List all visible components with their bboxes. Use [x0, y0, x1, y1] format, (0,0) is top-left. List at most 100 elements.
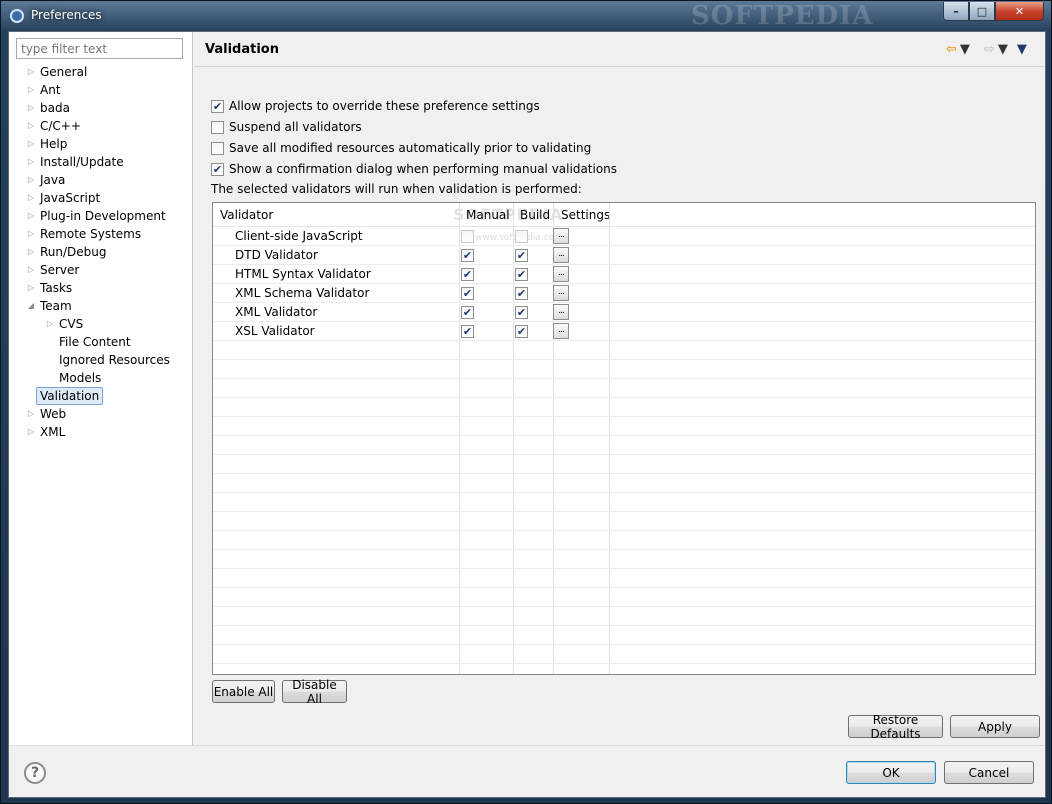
- option-row[interactable]: ✔ Allow projects to override these prefer…: [211, 98, 540, 114]
- collapsed-twistie-icon[interactable]: ▷: [44, 315, 56, 333]
- disable-all-button[interactable]: Disable All: [282, 678, 347, 706]
- tree-item-models[interactable]: Models: [9, 369, 193, 387]
- filter-input[interactable]: [16, 38, 183, 59]
- settings-button[interactable]: ...: [553, 228, 569, 244]
- maximize-button[interactable]: □: [969, 2, 995, 21]
- tree-item-file-content[interactable]: File Content: [9, 333, 193, 351]
- tree-item-validation[interactable]: Validation: [9, 387, 193, 405]
- build-checkbox[interactable]: ✔: [515, 287, 528, 300]
- manual-checkbox[interactable]: [461, 230, 474, 243]
- expanded-twistie-icon[interactable]: ◢: [25, 297, 37, 315]
- option-label: Save all modified resources automaticall…: [229, 141, 592, 155]
- collapsed-twistie-icon[interactable]: ▷: [25, 225, 37, 243]
- collapsed-twistie-icon[interactable]: ▷: [25, 99, 37, 117]
- table-row[interactable]: XSL Validator ✔ ✔...: [213, 322, 1035, 341]
- tree-item-label: Server: [40, 263, 80, 277]
- ok-button[interactable]: OK: [846, 761, 936, 784]
- tree-item-server[interactable]: ▷ Server: [9, 261, 193, 279]
- option-checkbox[interactable]: ✔: [211, 162, 224, 176]
- row-divider: [213, 530, 1035, 531]
- settings-button[interactable]: ...: [553, 323, 569, 339]
- collapsed-twistie-icon[interactable]: ▷: [25, 423, 37, 441]
- manual-checkbox[interactable]: ✔: [461, 268, 474, 281]
- tree-item-tasks[interactable]: ▷ Tasks: [9, 279, 193, 297]
- collapsed-twistie-icon[interactable]: ▷: [25, 63, 37, 81]
- tree-item-label: Install/Update: [40, 155, 124, 169]
- table-row[interactable]: XML Validator ✔ ✔...: [213, 303, 1035, 322]
- tree-item-c-c-[interactable]: ▷ C/C++: [9, 117, 193, 135]
- tree-item-ant[interactable]: ▷ Ant: [9, 81, 193, 99]
- apply-button[interactable]: Apply: [950, 715, 1040, 738]
- collapsed-twistie-icon[interactable]: ▷: [25, 81, 37, 99]
- option-row[interactable]: ✔ Show a confirmation dialog when perform…: [211, 161, 617, 177]
- table-row[interactable]: XML Schema Validator ✔ ✔...: [213, 284, 1035, 303]
- tree-item-plug-in-development[interactable]: ▷ Plug-in Development: [9, 207, 193, 225]
- manual-checkbox[interactable]: ✔: [461, 287, 474, 300]
- restore-defaults-button[interactable]: Restore Defaults: [848, 713, 943, 741]
- settings-button[interactable]: ...: [553, 266, 569, 282]
- tree-item-run-debug[interactable]: ▷ Run/Debug: [9, 243, 193, 261]
- manual-checkbox[interactable]: ✔: [461, 306, 474, 319]
- settings-button[interactable]: ...: [553, 247, 569, 263]
- preference-tree: ▷ General ▷ Ant ▷ bada ▷ C/C++ ▷ Help ▷ Install/Upd…: [9, 63, 193, 441]
- tree-item-install-update[interactable]: ▷ Install/Update: [9, 153, 193, 171]
- tree-item-label: Models: [59, 371, 102, 385]
- close-button[interactable]: ✕: [995, 2, 1044, 21]
- tree-item-help[interactable]: ▷ Help: [9, 135, 193, 153]
- build-checkbox[interactable]: [515, 230, 528, 243]
- back-dropdown-icon[interactable]: ▼: [960, 42, 970, 57]
- collapsed-twistie-icon[interactable]: ▷: [25, 117, 37, 135]
- forward-arrow-icon[interactable]: ⇨: [984, 42, 995, 57]
- build-checkbox[interactable]: ✔: [515, 325, 528, 338]
- header-validator[interactable]: Validator: [220, 208, 273, 222]
- collapsed-twistie-icon[interactable]: ▷: [25, 405, 37, 423]
- enable-all-button[interactable]: Enable All: [212, 680, 275, 703]
- preference-tree-panel: ▷General▷Ant▷bada▷C/C++▷Help▷Install/Upd…: [9, 32, 193, 745]
- collapsed-twistie-icon[interactable]: ▷: [25, 279, 37, 297]
- tree-item-xml[interactable]: ▷ XML: [9, 423, 193, 441]
- validator-name: DTD Validator: [235, 248, 318, 262]
- collapsed-twistie-icon[interactable]: ▷: [25, 153, 37, 171]
- table-row[interactable]: HTML Syntax Validator ✔ ✔...: [213, 265, 1035, 284]
- view-menu-icon[interactable]: ▼: [1017, 42, 1027, 57]
- help-icon[interactable]: ?: [24, 762, 46, 784]
- settings-button[interactable]: ...: [553, 304, 569, 320]
- option-checkbox[interactable]: ✔: [211, 99, 224, 113]
- table-row[interactable]: DTD Validator ✔ ✔...: [213, 246, 1035, 265]
- minimize-button[interactable]: –: [943, 2, 969, 21]
- back-arrow-icon[interactable]: ⇦: [946, 42, 957, 57]
- tree-item-team[interactable]: ◢ Team: [9, 297, 193, 315]
- build-checkbox[interactable]: ✔: [515, 306, 528, 319]
- option-checkbox[interactable]: [211, 120, 224, 134]
- validator-name: HTML Syntax Validator: [235, 267, 371, 281]
- row-divider: [213, 568, 1035, 569]
- cancel-button[interactable]: Cancel: [944, 761, 1034, 784]
- manual-checkbox[interactable]: ✔: [461, 249, 474, 262]
- tree-item-remote-systems[interactable]: ▷ Remote Systems: [9, 225, 193, 243]
- tree-item-javascript[interactable]: ▷ JavaScript: [9, 189, 193, 207]
- build-checkbox[interactable]: ✔: [515, 249, 528, 262]
- forward-dropdown-icon[interactable]: ▼: [998, 42, 1008, 57]
- title-bar[interactable]: Preferences SOFTPEDIA – □ ✕: [1, 1, 1051, 31]
- tree-item-cvs[interactable]: ▷ CVS: [9, 315, 193, 333]
- settings-button[interactable]: ...: [553, 285, 569, 301]
- option-row[interactable]: Suspend all validators: [211, 119, 362, 135]
- collapsed-twistie-icon[interactable]: ▷: [25, 189, 37, 207]
- header-settings[interactable]: Settings: [561, 208, 610, 222]
- table-row[interactable]: Client-side JavaScript...: [213, 227, 1035, 246]
- collapsed-twistie-icon[interactable]: ▷: [25, 261, 37, 279]
- tree-item-java[interactable]: ▷ Java: [9, 171, 193, 189]
- tree-item-web[interactable]: ▷ Web: [9, 405, 193, 423]
- collapsed-twistie-icon[interactable]: ▷: [25, 171, 37, 189]
- tree-item-general[interactable]: ▷ General: [9, 63, 193, 81]
- option-checkbox[interactable]: [211, 141, 224, 155]
- collapsed-twistie-icon[interactable]: ▷: [25, 243, 37, 261]
- option-row[interactable]: Save all modified resources automaticall…: [211, 140, 591, 156]
- build-checkbox[interactable]: ✔: [515, 268, 528, 281]
- manual-checkbox[interactable]: ✔: [461, 325, 474, 338]
- collapsed-twistie-icon[interactable]: ▷: [25, 207, 37, 225]
- collapsed-twistie-icon[interactable]: ▷: [25, 135, 37, 153]
- row-divider: [213, 264, 1035, 265]
- tree-item-bada[interactable]: ▷ bada: [9, 99, 193, 117]
- tree-item-ignored-resources[interactable]: Ignored Resources: [9, 351, 193, 369]
